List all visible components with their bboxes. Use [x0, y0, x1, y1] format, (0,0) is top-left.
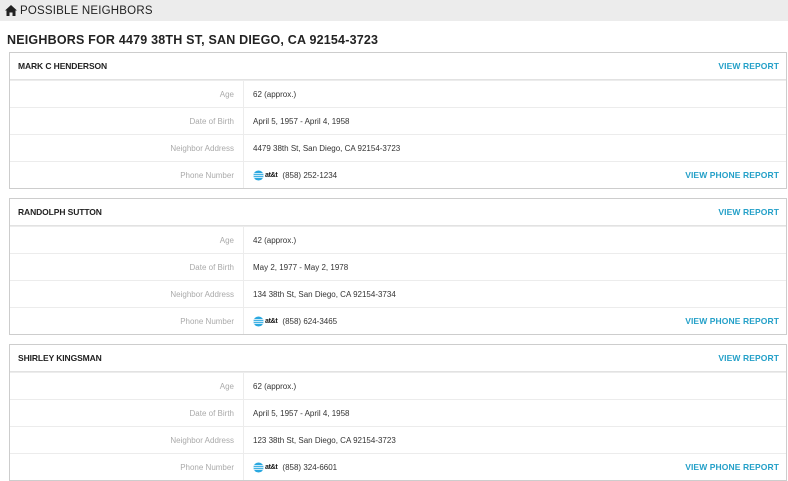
- neighbor-card-header: MARK C HENDERSON VIEW REPORT: [10, 53, 786, 80]
- phone-row: Phone Number at&t (858) 624-3465 VIEW PH…: [10, 307, 786, 334]
- neighbor-list: MARK C HENDERSON VIEW REPORT Age 62 (app…: [0, 52, 788, 481]
- att-logo-icon: at&t: [253, 461, 278, 473]
- neighbor-card-header: RANDOLPH SUTTON VIEW REPORT: [10, 199, 786, 226]
- address-value: 4479 38th St, San Diego, CA 92154-3723: [253, 143, 401, 153]
- att-logo-icon: at&t: [253, 315, 278, 327]
- age-value: 62 (approx.): [253, 381, 297, 391]
- address-label: Neighbor Address: [10, 427, 244, 453]
- view-report-link[interactable]: VIEW REPORT: [718, 207, 779, 217]
- dob-row: Date of Birth April 5, 1957 - April 4, 1…: [10, 107, 786, 134]
- dob-value: May 2, 1977 - May 2, 1978: [253, 262, 349, 272]
- phone-value: (858) 252-1234: [282, 170, 338, 180]
- neighbor-card: RANDOLPH SUTTON VIEW REPORT Age 42 (appr…: [9, 198, 787, 335]
- address-value: 123 38th St, San Diego, CA 92154-3723: [253, 435, 396, 445]
- address-value: 134 38th St, San Diego, CA 92154-3734: [253, 289, 396, 299]
- phone-row: Phone Number at&t (858) 252-1234 VIEW PH…: [10, 161, 786, 188]
- age-label: Age: [10, 81, 244, 107]
- view-phone-report-link[interactable]: VIEW PHONE REPORT: [685, 462, 779, 472]
- dob-value: April 5, 1957 - April 4, 1958: [253, 116, 350, 126]
- dob-label: Date of Birth: [10, 400, 244, 426]
- address-row: Neighbor Address 134 38th St, San Diego,…: [10, 280, 786, 307]
- top-bar-title: POSSIBLE NEIGHBORS: [20, 4, 153, 17]
- dob-label: Date of Birth: [10, 108, 244, 134]
- address-row: Neighbor Address 4479 38th St, San Diego…: [10, 134, 786, 161]
- age-label: Age: [10, 227, 244, 253]
- view-phone-report-link[interactable]: VIEW PHONE REPORT: [685, 316, 779, 326]
- age-label: Age: [10, 373, 244, 399]
- dob-label: Date of Birth: [10, 254, 244, 280]
- neighbor-card-header: SHIRLEY KINGSMAN VIEW REPORT: [10, 345, 786, 372]
- age-row: Age 42 (approx.): [10, 226, 786, 253]
- carrier-name: at&t: [265, 317, 278, 325]
- view-report-link[interactable]: VIEW REPORT: [718, 61, 779, 71]
- phone-label: Phone Number: [10, 308, 244, 334]
- dob-row: Date of Birth April 5, 1957 - April 4, 1…: [10, 399, 786, 426]
- dob-value: April 5, 1957 - April 4, 1958: [253, 408, 350, 418]
- page-title: NEIGHBORS FOR 4479 38TH ST, SAN DIEGO, C…: [7, 33, 379, 47]
- address-label: Neighbor Address: [10, 281, 244, 307]
- age-row: Age 62 (approx.): [10, 372, 786, 399]
- carrier-name: at&t: [265, 463, 278, 471]
- home-icon[interactable]: [5, 5, 17, 16]
- dob-row: Date of Birth May 2, 1977 - May 2, 1978: [10, 253, 786, 280]
- view-phone-report-link[interactable]: VIEW PHONE REPORT: [685, 170, 779, 180]
- neighbor-name: MARK C HENDERSON: [18, 61, 108, 71]
- phone-value: (858) 324-6601: [282, 462, 338, 472]
- phone-label: Phone Number: [10, 454, 244, 480]
- phone-label: Phone Number: [10, 162, 244, 188]
- view-report-link[interactable]: VIEW REPORT: [718, 353, 779, 363]
- top-bar: POSSIBLE NEIGHBORS: [0, 0, 788, 21]
- carrier-name: at&t: [265, 171, 278, 179]
- neighbor-name: RANDOLPH SUTTON: [18, 207, 102, 217]
- age-row: Age 62 (approx.): [10, 80, 786, 107]
- neighbor-card: SHIRLEY KINGSMAN VIEW REPORT Age 62 (app…: [9, 344, 787, 481]
- phone-value: (858) 624-3465: [282, 316, 338, 326]
- phone-row: Phone Number at&t (858) 324-6601 VIEW PH…: [10, 453, 786, 480]
- neighbor-name: SHIRLEY KINGSMAN: [18, 353, 102, 363]
- age-value: 62 (approx.): [253, 89, 297, 99]
- address-label: Neighbor Address: [10, 135, 244, 161]
- age-value: 42 (approx.): [253, 235, 297, 245]
- att-logo-icon: at&t: [253, 169, 278, 181]
- neighbor-card: MARK C HENDERSON VIEW REPORT Age 62 (app…: [9, 52, 787, 189]
- address-row: Neighbor Address 123 38th St, San Diego,…: [10, 426, 786, 453]
